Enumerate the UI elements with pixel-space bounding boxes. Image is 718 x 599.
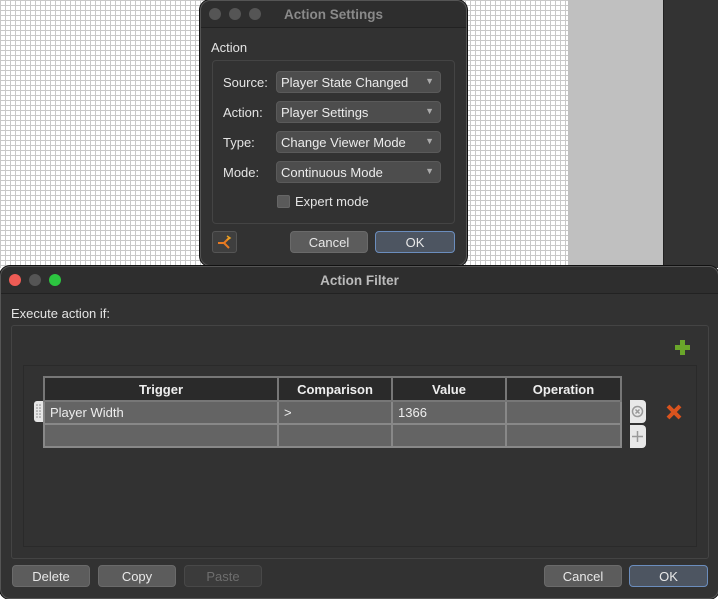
action-value: Player Settings bbox=[281, 105, 369, 120]
copy-button[interactable]: Copy bbox=[98, 565, 176, 587]
delete-button[interactable]: Delete bbox=[12, 565, 90, 587]
title-bar: Action Settings bbox=[201, 1, 466, 28]
chevron-down-icon: ▼ bbox=[425, 106, 434, 116]
window-title: Action Filter bbox=[320, 273, 399, 288]
type-value: Change Viewer Mode bbox=[281, 135, 406, 150]
mode-combo[interactable]: Continuous Mode ▼ bbox=[276, 161, 441, 183]
chevron-down-icon: ▼ bbox=[425, 136, 434, 146]
action-combo[interactable]: Player Settings ▼ bbox=[276, 101, 441, 123]
clear-circle-icon bbox=[631, 405, 644, 418]
expert-mode-label: Expert mode bbox=[295, 194, 369, 209]
conditions-table: Trigger Comparison Value Operation Playe… bbox=[43, 376, 622, 448]
value-cell[interactable] bbox=[391, 423, 507, 448]
type-combo[interactable]: Change Viewer Mode ▼ bbox=[276, 131, 441, 153]
action-group-label: Action bbox=[211, 40, 248, 55]
column-header-operation[interactable]: Operation bbox=[505, 376, 622, 402]
chevron-down-icon: ▼ bbox=[425, 76, 434, 86]
clear-row-button[interactable] bbox=[630, 400, 646, 423]
add-row-button[interactable] bbox=[630, 425, 646, 448]
action-label: Action: bbox=[223, 105, 263, 120]
trigger-cell[interactable]: Player Width bbox=[43, 400, 279, 425]
side-panel bbox=[568, 0, 663, 268]
mode-value: Continuous Mode bbox=[281, 165, 383, 180]
source-label: Source: bbox=[223, 75, 268, 90]
mode-label: Mode: bbox=[223, 165, 260, 180]
remove-x-icon bbox=[666, 404, 682, 420]
add-condition-button[interactable] bbox=[674, 339, 691, 356]
execute-if-label: Execute action if: bbox=[11, 306, 110, 321]
grip-icon bbox=[36, 404, 41, 418]
chevron-down-icon: ▼ bbox=[425, 166, 434, 176]
title-bar: Action Filter bbox=[1, 267, 718, 294]
column-header-value[interactable]: Value bbox=[391, 376, 507, 402]
settings-cancel-button[interactable]: Cancel bbox=[290, 231, 368, 253]
paste-button[interactable]: Paste bbox=[184, 565, 262, 587]
table-row[interactable] bbox=[43, 423, 622, 448]
row-drag-handle[interactable] bbox=[34, 401, 43, 422]
remove-condition-button[interactable] bbox=[665, 403, 683, 421]
expert-mode-checkbox[interactable] bbox=[277, 195, 290, 208]
window-title: Action Settings bbox=[283, 7, 383, 22]
source-value: Player State Changed bbox=[281, 75, 409, 90]
source-combo[interactable]: Player State Changed ▼ bbox=[276, 71, 441, 93]
plus-icon bbox=[632, 431, 643, 442]
connect-button[interactable] bbox=[212, 231, 237, 253]
settings-ok-button[interactable]: OK bbox=[375, 231, 455, 253]
value-cell[interactable]: 1366 bbox=[391, 400, 507, 425]
trigger-cell[interactable] bbox=[43, 423, 279, 448]
plus-icon bbox=[675, 340, 690, 355]
filter-ok-button[interactable]: OK bbox=[629, 565, 708, 587]
comparison-cell[interactable]: > bbox=[277, 400, 393, 425]
column-header-trigger[interactable]: Trigger bbox=[43, 376, 279, 402]
operation-cell[interactable] bbox=[505, 400, 622, 425]
table-row[interactable]: Player Width > 1366 bbox=[43, 400, 622, 425]
operation-cell[interactable] bbox=[505, 423, 622, 448]
comparison-cell[interactable] bbox=[277, 423, 393, 448]
column-header-comparison[interactable]: Comparison bbox=[277, 376, 393, 402]
side-strip bbox=[663, 0, 718, 268]
type-label: Type: bbox=[223, 135, 255, 150]
branch-icon bbox=[218, 235, 232, 249]
filter-cancel-button[interactable]: Cancel bbox=[544, 565, 622, 587]
